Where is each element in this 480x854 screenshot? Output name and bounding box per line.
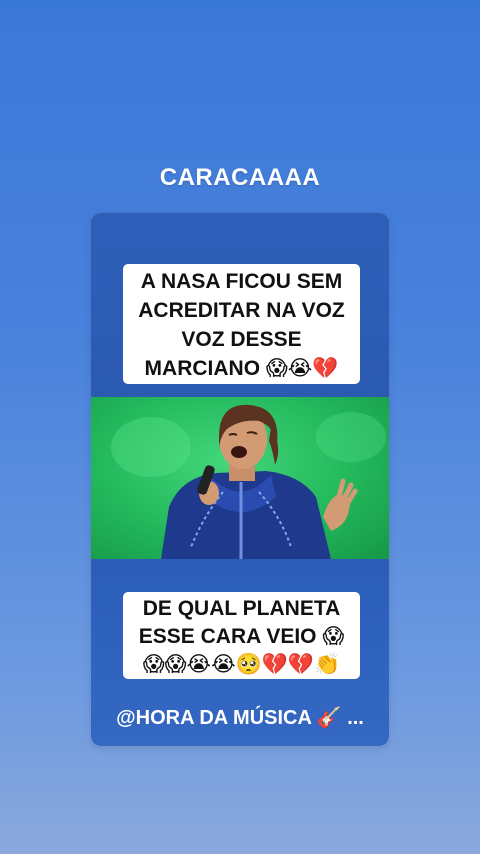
singer-video-still <box>111 404 386 559</box>
top-banner-line: A NASA FICOU SEM <box>140 270 343 293</box>
top-banner-line: MARCIANO 😱😭💔 <box>144 357 339 380</box>
bottom-text-banner: DE QUAL PLANETA ESSE CARA VEIO 😱 😱😱😭😭🥺💔💔… <box>123 592 360 679</box>
bottom-banner-line: ESSE CARA VEIO 😱 <box>138 625 345 648</box>
video-frame[interactable] <box>91 397 389 559</box>
top-text-banner: A NASA FICOU SEM ACREDITAR NA VOZ VOZ DE… <box>123 264 360 384</box>
bottom-banner-line: 😱😱😭😭🥺💔💔👏 <box>142 653 341 676</box>
account-credit[interactable]: @HORA DA MÚSICA 🎸 ... <box>91 705 389 730</box>
post-card[interactable]: A NASA FICOU SEM ACREDITAR NA VOZ VOZ DE… <box>91 213 389 746</box>
bottom-banner-line: DE QUAL PLANETA <box>142 597 341 620</box>
story-caption: CARACAAAA <box>159 164 321 191</box>
top-banner-line: VOZ DESSE <box>181 328 302 351</box>
top-banner-line: ACREDITAR NA VOZ <box>138 299 345 322</box>
